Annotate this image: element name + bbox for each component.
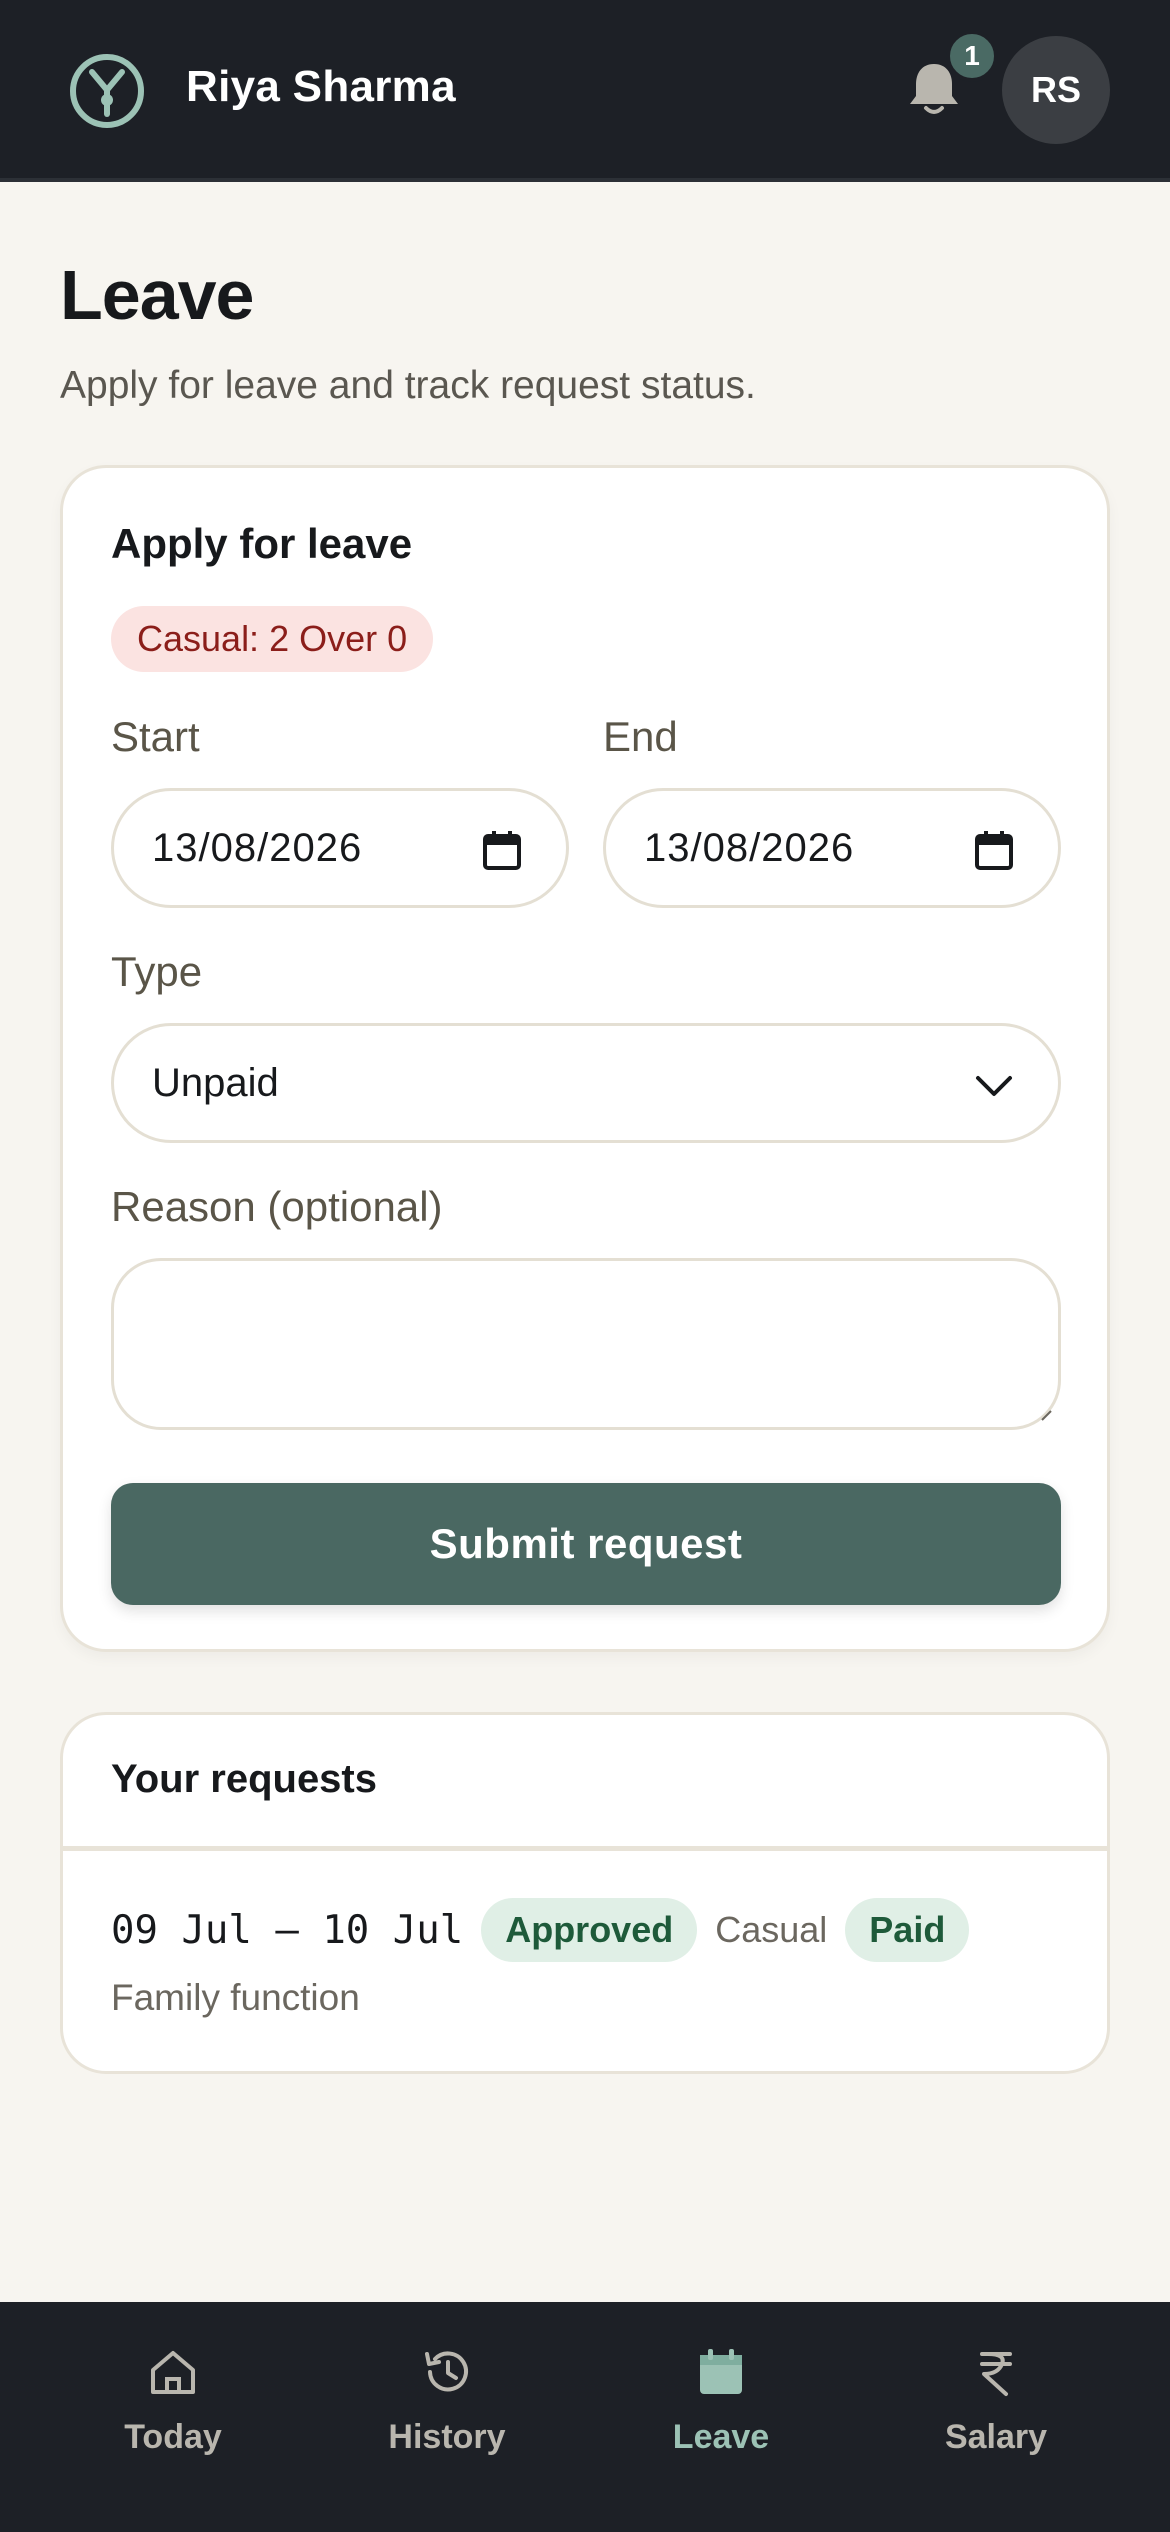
apply-leave-card: Apply for leave Casual: 2 Over 0 Start 1… (60, 465, 1110, 1652)
rupee-icon (980, 2352, 1012, 2396)
end-date-value: 13/08/2026 (644, 825, 855, 870)
nav-item-salary[interactable]: Salary (886, 2346, 1106, 2496)
start-date-value: 13/08/2026 (152, 825, 363, 870)
start-date-label: Start (111, 713, 200, 760)
request-type: Casual (715, 1909, 828, 1950)
leave-balance-badge: Casual: 2 Over 0 (111, 606, 434, 672)
user-name: Riya Sharma (186, 62, 456, 111)
calendar-picker-icon[interactable] (974, 829, 1014, 871)
calendar-icon (700, 2349, 742, 2394)
request-reason: Family function (111, 1977, 360, 2018)
nav-label-leave: Leave (672, 2418, 770, 2456)
top-bar: Riya Sharma 1 RS (0, 0, 1170, 182)
home-icon (151, 2351, 195, 2394)
leave-type-value: Unpaid (152, 1060, 279, 1105)
start-date-input[interactable]: 13/08/2026 (111, 788, 569, 908)
calendar-picker-icon[interactable] (482, 829, 522, 871)
nav-label-salary: Salary (944, 2418, 1048, 2456)
bottom-nav: Today History Leave Salary (0, 2302, 1170, 2532)
request-status-badge: Approved (481, 1898, 698, 1962)
nav-item-today[interactable]: Today (63, 2346, 283, 2496)
end-date-label: End (603, 713, 678, 760)
type-label: Type (111, 948, 203, 995)
requests-card: Your requests 09 Jul – 10 Jul Approved C… (60, 1712, 1110, 2074)
requests-title: Your requests (111, 1757, 377, 1801)
clock-logo-icon (70, 54, 144, 128)
notification-count-badge: 1 (946, 30, 998, 82)
chevron-down-icon (976, 1076, 1012, 1096)
apply-leave-title: Apply for leave (111, 520, 413, 567)
end-date-input[interactable]: 13/08/2026 (603, 788, 1061, 908)
history-icon (425, 2351, 468, 2392)
request-pay-badge: Paid (845, 1898, 970, 1962)
nav-item-history[interactable]: History (337, 2346, 557, 2496)
submit-request-button[interactable]: Submit request (111, 1483, 1061, 1605)
request-dates: 09 Jul – 10 Jul (111, 1907, 464, 1953)
resize-grip-icon[interactable] (1040, 1409, 1052, 1421)
nav-label-history: History (388, 2418, 506, 2456)
nav-label-today: Today (124, 2418, 222, 2456)
nav-item-leave[interactable]: Leave (611, 2346, 831, 2496)
page-title: Leave (60, 256, 254, 334)
avatar[interactable]: RS (1002, 36, 1110, 144)
request-row: 09 Jul – 10 Jul Approved Casual Paid (111, 1897, 970, 1963)
requests-header: Your requests (63, 1715, 1107, 1851)
page-subtitle: Apply for leave and track request status… (60, 364, 756, 407)
reason-textarea[interactable] (111, 1258, 1061, 1430)
reason-label: Reason (optional) (111, 1183, 443, 1230)
leave-type-select[interactable]: Unpaid (111, 1023, 1061, 1143)
